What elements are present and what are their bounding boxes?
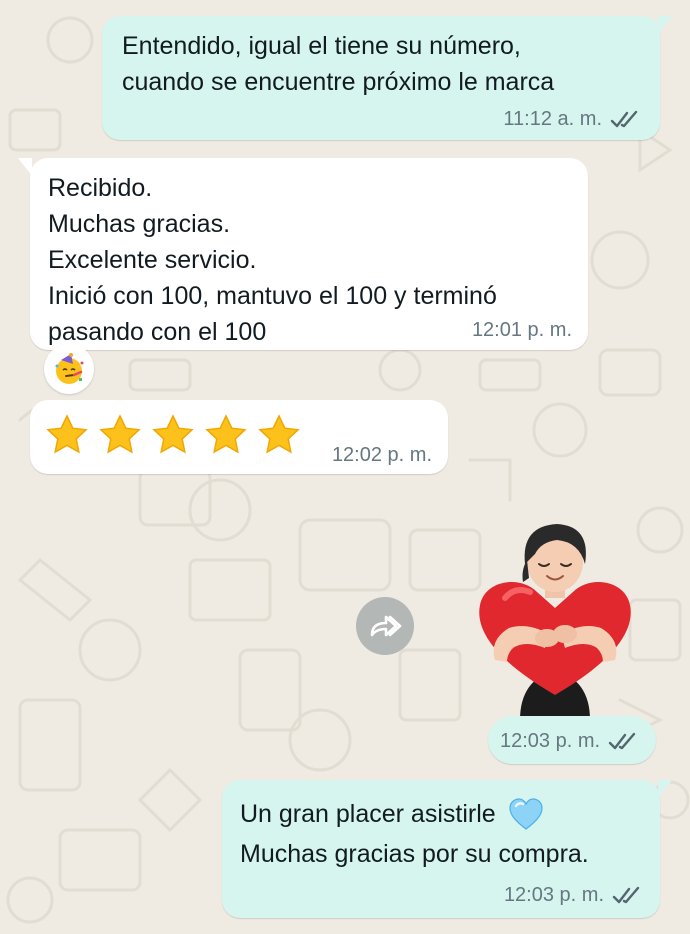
star-emoji-icon xyxy=(205,414,247,454)
message-text: Excelente servicio. xyxy=(48,246,257,274)
girl-hugging-red-heart-sticker[interactable] xyxy=(475,520,635,720)
bubble-tail xyxy=(18,158,32,176)
forward-icon xyxy=(370,615,402,637)
bubble-tail xyxy=(658,16,672,34)
star-emoji-icon xyxy=(99,414,141,454)
double-check-icon xyxy=(612,886,640,903)
message-time: 12:03 p. m. xyxy=(500,730,601,752)
party-face-emoji-icon xyxy=(55,353,84,384)
message-meta: 12:03 p. m. xyxy=(504,884,642,907)
star-emoji-icon xyxy=(46,414,88,454)
message-bubble-incoming[interactable]: Recibido. Muchas gracias. Excelente serv… xyxy=(18,158,588,350)
sticker-time-bubble: 12:03 p. m. xyxy=(488,716,656,764)
message-text: cuando se encuentre próximo le marca xyxy=(122,68,555,96)
message-meta: 11:12 a. m. xyxy=(503,108,640,131)
message-bubble-outgoing[interactable]: Entendido, igual el tiene su número, cua… xyxy=(102,16,672,140)
message-text: Recibido. xyxy=(48,174,153,202)
message-time: 12:03 p. m. xyxy=(503,884,604,906)
message-text: Muchas gracias por su compra. xyxy=(240,840,589,868)
message-bubble-incoming[interactable]: 12:02 p. m. xyxy=(30,400,448,474)
message-time: 12:02 p. m. xyxy=(331,444,432,466)
message-meta: 12:03 p. m. xyxy=(500,730,638,753)
message-text: Inició con 100, mantuvo el 100 y terminó xyxy=(48,282,497,310)
message-text-line: Un gran placer asistirle xyxy=(240,794,642,834)
message-time: 12:01 p. m. xyxy=(471,319,572,341)
message-text: Un gran placer asistirle xyxy=(240,800,496,828)
message-meta: 12:01 p. m. xyxy=(472,319,572,342)
message-meta: 12:02 p. m. xyxy=(332,444,432,467)
message-text: Entendido, igual el tiene su número, xyxy=(122,32,521,60)
message-text: Muchas gracias. xyxy=(48,210,231,238)
double-check-icon xyxy=(608,732,636,749)
forward-button[interactable] xyxy=(356,597,414,655)
star-emoji-icon xyxy=(258,414,300,454)
star-emoji-icon xyxy=(152,414,194,454)
message-bubble-outgoing[interactable]: Un gran placer asistirle Muchas gracias … xyxy=(222,780,672,918)
double-check-icon xyxy=(610,110,638,127)
message-reaction[interactable] xyxy=(44,344,94,394)
bubble-tail xyxy=(658,780,672,798)
message-time: 11:12 a. m. xyxy=(503,108,602,130)
light-blue-heart-emoji-icon xyxy=(509,798,543,831)
